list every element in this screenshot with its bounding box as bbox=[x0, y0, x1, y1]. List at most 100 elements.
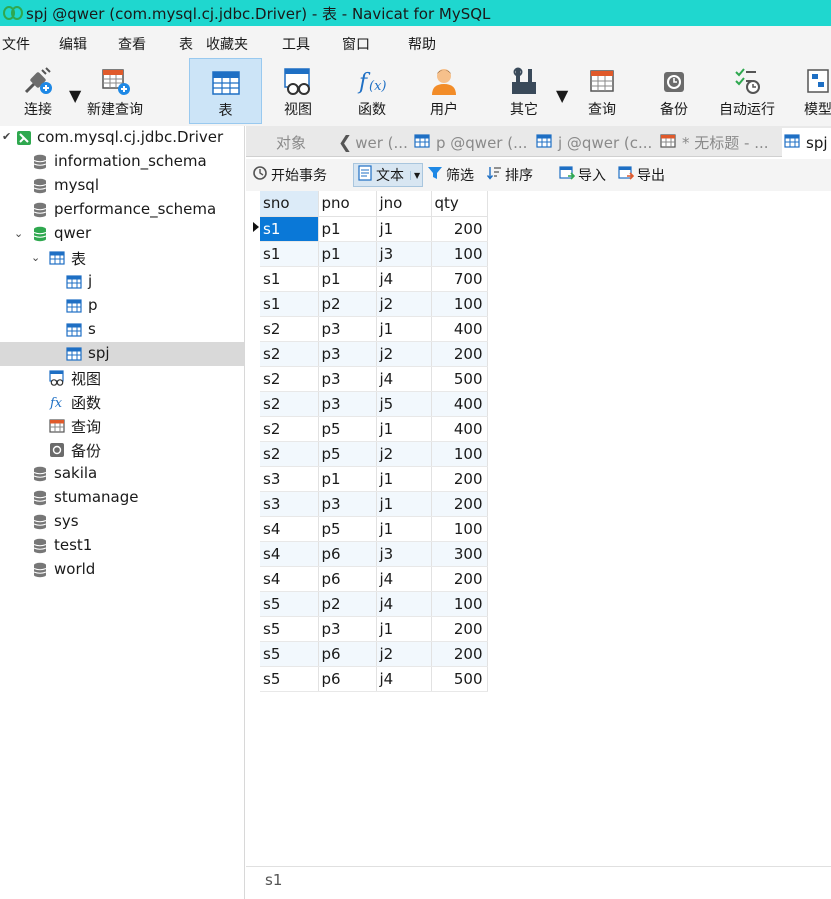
cell-sno[interactable]: s5 bbox=[260, 641, 319, 667]
cell-qty[interactable]: 200 bbox=[431, 216, 488, 242]
tree-db-mysql[interactable]: mysql bbox=[0, 174, 244, 198]
tree-functions-group[interactable]: fx 函数 bbox=[0, 390, 244, 414]
tree-views-group[interactable]: 视图 bbox=[0, 366, 244, 390]
tree-table-spj[interactable]: spj bbox=[0, 342, 244, 366]
table-row[interactable]: s1 p1 j1 200 bbox=[260, 216, 488, 242]
tree-db-sys[interactable]: sys bbox=[0, 510, 244, 534]
cell-jno[interactable]: j1 bbox=[376, 216, 432, 242]
cell-qty[interactable]: 200 bbox=[431, 641, 488, 667]
cell-pno[interactable]: p5 bbox=[318, 516, 377, 542]
tree-db-world[interactable]: world bbox=[0, 558, 244, 582]
table-row[interactable]: s1 p1 j3 100 bbox=[260, 241, 488, 267]
table-row[interactable]: s1 p2 j2 100 bbox=[260, 291, 488, 317]
cell-jno[interactable]: j1 bbox=[376, 316, 432, 342]
cell-pno[interactable]: p3 bbox=[318, 316, 377, 342]
cell-jno[interactable]: j1 bbox=[376, 416, 432, 442]
filter-button[interactable]: 筛选 bbox=[427, 163, 474, 187]
cell-sno[interactable]: s2 bbox=[260, 441, 319, 467]
table-row[interactable]: s5 p6 j2 200 bbox=[260, 641, 488, 667]
tab-wer[interactable]: ❮ wer (... bbox=[338, 128, 408, 157]
tree-queries-group[interactable]: 查询 bbox=[0, 414, 244, 438]
cell-pno[interactable]: p3 bbox=[318, 491, 377, 517]
tree-db-sakila[interactable]: sakila bbox=[0, 462, 244, 486]
connect-dropdown-icon[interactable]: ▼ bbox=[69, 86, 81, 105]
table-row[interactable]: s2 p5 j1 400 bbox=[260, 416, 488, 442]
column-header-pno[interactable]: pno bbox=[318, 191, 377, 217]
cell-qty[interactable]: 400 bbox=[431, 416, 488, 442]
cell-pno[interactable]: p6 bbox=[318, 641, 377, 667]
tree-db-stumanage[interactable]: stumanage bbox=[0, 486, 244, 510]
tab-objects[interactable]: 对象 bbox=[246, 128, 336, 157]
query-button[interactable]: 查询 bbox=[578, 58, 626, 124]
tab-p-qwer[interactable]: p @qwer (... bbox=[412, 128, 532, 157]
cell-pno[interactable]: p5 bbox=[318, 416, 377, 442]
cell-pno[interactable]: p1 bbox=[318, 241, 377, 267]
cell-jno[interactable]: j4 bbox=[376, 266, 432, 292]
table-row[interactable]: s4 p5 j1 100 bbox=[260, 516, 488, 542]
table-row[interactable]: s4 p6 j4 200 bbox=[260, 566, 488, 592]
cell-jno[interactable]: j2 bbox=[376, 441, 432, 467]
text-view-button[interactable]: 文本 ▼ bbox=[353, 163, 424, 187]
cell-sno[interactable]: s2 bbox=[260, 366, 319, 392]
cell-jno[interactable]: j5 bbox=[376, 391, 432, 417]
model-button[interactable]: 模型 bbox=[798, 58, 831, 124]
cell-jno[interactable]: j2 bbox=[376, 291, 432, 317]
cell-jno[interactable]: j3 bbox=[376, 241, 432, 267]
cell-pno[interactable]: p3 bbox=[318, 391, 377, 417]
view-button[interactable]: 视图 bbox=[272, 58, 324, 124]
tab-spj[interactable]: spj bbox=[782, 128, 831, 157]
other-dropdown-icon[interactable]: ▼ bbox=[556, 86, 568, 105]
table-row[interactable]: s4 p6 j3 300 bbox=[260, 541, 488, 567]
cell-qty[interactable]: 400 bbox=[431, 391, 488, 417]
cell-qty[interactable]: 200 bbox=[431, 491, 488, 517]
new-query-button[interactable]: 新建查询 bbox=[82, 58, 148, 124]
expand-arrow-icon[interactable]: ✔ bbox=[2, 130, 11, 143]
cell-jno[interactable]: j4 bbox=[376, 366, 432, 392]
cell-qty[interactable]: 100 bbox=[431, 291, 488, 317]
text-dropdown-icon[interactable]: ▼ bbox=[410, 170, 420, 180]
cell-pno[interactable]: p1 bbox=[318, 466, 377, 492]
cell-qty[interactable]: 100 bbox=[431, 516, 488, 542]
function-button[interactable]: f (x) 函数 bbox=[348, 58, 396, 124]
backup-button[interactable]: 备份 bbox=[650, 58, 698, 124]
export-button[interactable]: 导出 bbox=[618, 163, 665, 187]
sort-button[interactable]: 排序 bbox=[486, 163, 533, 187]
cell-pno[interactable]: p3 bbox=[318, 366, 377, 392]
cell-sno[interactable]: s1 bbox=[260, 291, 319, 317]
table-row[interactable]: s2 p3 j1 400 bbox=[260, 316, 488, 342]
cell-qty[interactable]: 500 bbox=[431, 366, 488, 392]
other-button[interactable]: 其它 bbox=[500, 58, 548, 124]
cell-jno[interactable]: j1 bbox=[376, 466, 432, 492]
cell-jno[interactable]: j4 bbox=[376, 566, 432, 592]
begin-transaction-button[interactable]: 开始事务 bbox=[252, 163, 327, 187]
cell-qty[interactable]: 200 bbox=[431, 466, 488, 492]
cell-sno[interactable]: s5 bbox=[260, 666, 319, 692]
cell-qty[interactable]: 100 bbox=[431, 241, 488, 267]
cell-jno[interactable]: j2 bbox=[376, 641, 432, 667]
cell-sno[interactable]: s4 bbox=[260, 516, 319, 542]
cell-sno[interactable]: s3 bbox=[260, 491, 319, 517]
cell-qty[interactable]: 200 bbox=[431, 616, 488, 642]
cell-sno[interactable]: s2 bbox=[260, 341, 319, 367]
chevron-down-icon[interactable]: ⌄ bbox=[14, 227, 23, 240]
tree-db-information-schema[interactable]: information_schema bbox=[0, 150, 244, 174]
tree-tables-group[interactable]: ⌄ 表 bbox=[0, 246, 244, 270]
chevron-left-icon[interactable]: ❮ bbox=[338, 133, 352, 153]
cell-sno[interactable]: s1 bbox=[260, 241, 319, 267]
cell-sno[interactable]: s1 bbox=[260, 216, 319, 242]
menu-help[interactable]: 帮助 bbox=[408, 34, 436, 54]
menu-favorites[interactable]: 收藏夹 bbox=[206, 34, 248, 54]
menu-tools[interactable]: 工具 bbox=[282, 34, 310, 54]
cell-sno[interactable]: s2 bbox=[260, 316, 319, 342]
table-row[interactable]: s2 p5 j2 100 bbox=[260, 441, 488, 467]
cell-pno[interactable]: p1 bbox=[318, 216, 377, 242]
table-row[interactable]: s5 p2 j4 100 bbox=[260, 591, 488, 617]
autorun-button[interactable]: 自动运行 bbox=[712, 58, 782, 124]
cell-pno[interactable]: p2 bbox=[318, 591, 377, 617]
cell-jno[interactable]: j2 bbox=[376, 341, 432, 367]
cell-sno[interactable]: s2 bbox=[260, 391, 319, 417]
menu-edit[interactable]: 编辑 bbox=[59, 34, 87, 54]
table-row[interactable]: s1 p1 j4 700 bbox=[260, 266, 488, 292]
cell-qty[interactable]: 100 bbox=[431, 591, 488, 617]
cell-jno[interactable]: j4 bbox=[376, 666, 432, 692]
